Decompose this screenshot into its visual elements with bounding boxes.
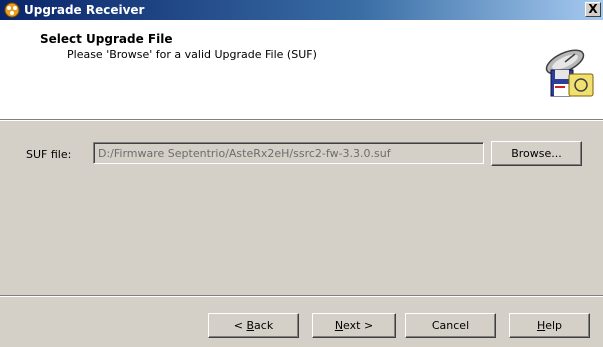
upgrade-receiver-dialog: Upgrade Receiver X Select Upgrade File P…	[0, 0, 603, 347]
close-button[interactable]: X	[585, 2, 601, 17]
back-button[interactable]: < Back	[208, 313, 299, 338]
close-icon: X	[588, 2, 598, 16]
title-bar[interactable]: Upgrade Receiver X	[0, 0, 603, 20]
window-title: Upgrade Receiver	[24, 3, 145, 17]
help-button[interactable]: Help	[509, 313, 590, 338]
suf-file-input[interactable]	[93, 142, 484, 164]
suf-file-label: SUF file:	[26, 148, 72, 161]
satellite-dish-floppy-disk-icon	[545, 49, 594, 97]
browse-button[interactable]: Browse...	[491, 141, 582, 166]
header-divider	[0, 120, 603, 121]
cancel-button[interactable]: Cancel	[405, 313, 496, 338]
footer-separator	[0, 295, 603, 297]
page-subtitle: Please 'Browse' for a valid Upgrade File…	[67, 48, 317, 61]
page-title: Select Upgrade File	[40, 32, 173, 46]
wizard-header: Select Upgrade File Please 'Browse' for …	[0, 20, 603, 120]
upgrade-receiver-app-icon	[4, 2, 20, 18]
next-button[interactable]: Next >	[312, 313, 396, 338]
